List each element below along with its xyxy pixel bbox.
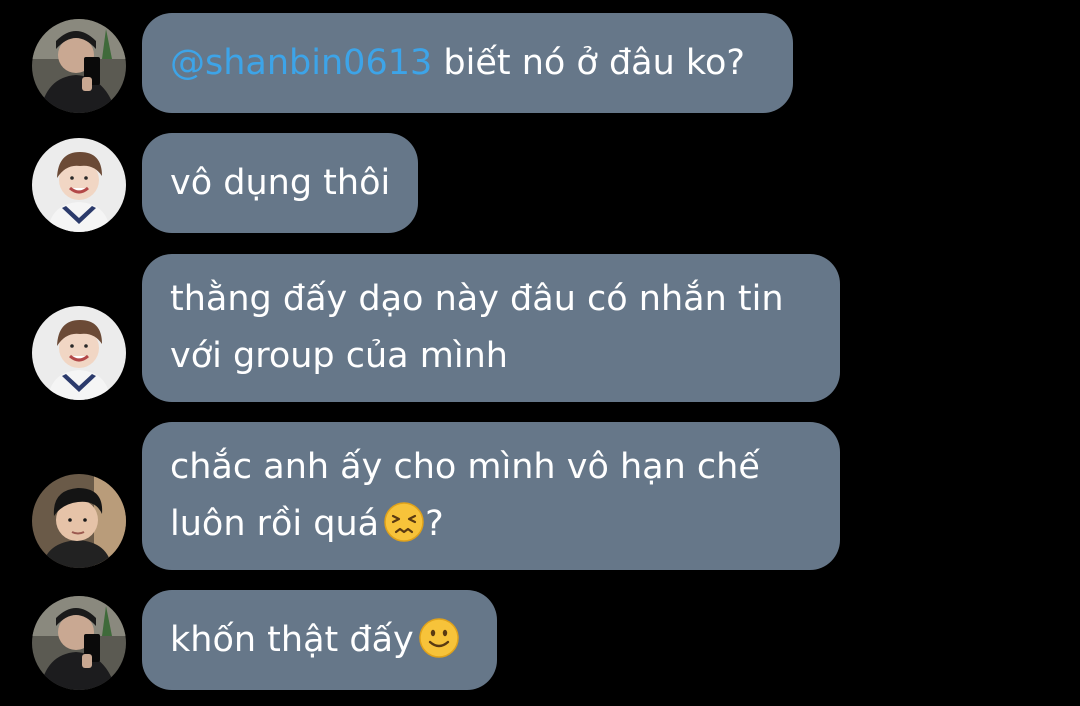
avatar-mirror-selfie[interactable] [32,19,126,113]
user-mention-link[interactable]: @shanbin0613 [170,43,432,83]
message-text-line: thằng đấy dạo này đâu có nhắn tin [170,279,784,319]
message-bubble[interactable]: chắc anh ấy cho mình vô hạn chế luôn rồi… [142,422,840,570]
message-text-line: với group của mình [170,336,508,376]
slightly-smiling-face-emoji [418,617,460,659]
message-bubble[interactable]: thằng đấy dạo này đâu có nhắn tin với gr… [142,254,840,402]
avatar-mirror-selfie[interactable] [32,596,126,690]
message-bubble[interactable]: vô dụng thôi [142,133,418,233]
chat-thread: @shanbin0613 biết nó ở đâu ko? vô dụng t… [0,0,1080,706]
message-text: vô dụng thôi [170,162,391,203]
message-text: @shanbin0613 biết nó ở đâu ko? [170,42,745,83]
message-text-line: chắc anh ấy cho mình vô hạn chế [170,447,760,487]
message-bubble[interactable]: khốn thật đấy [142,590,497,690]
avatar-smiling-boy[interactable] [32,306,126,400]
message-text-line: luôn rồi quá ? [170,496,812,553]
message-bubble[interactable]: @shanbin0613 biết nó ở đâu ko? [142,13,793,113]
avatar-smiling-boy[interactable] [32,138,126,232]
avatar-dark-hair-boy[interactable] [32,474,126,568]
message-text: khốn thật đấy [170,612,469,669]
persevering-face-emoji [383,501,425,543]
